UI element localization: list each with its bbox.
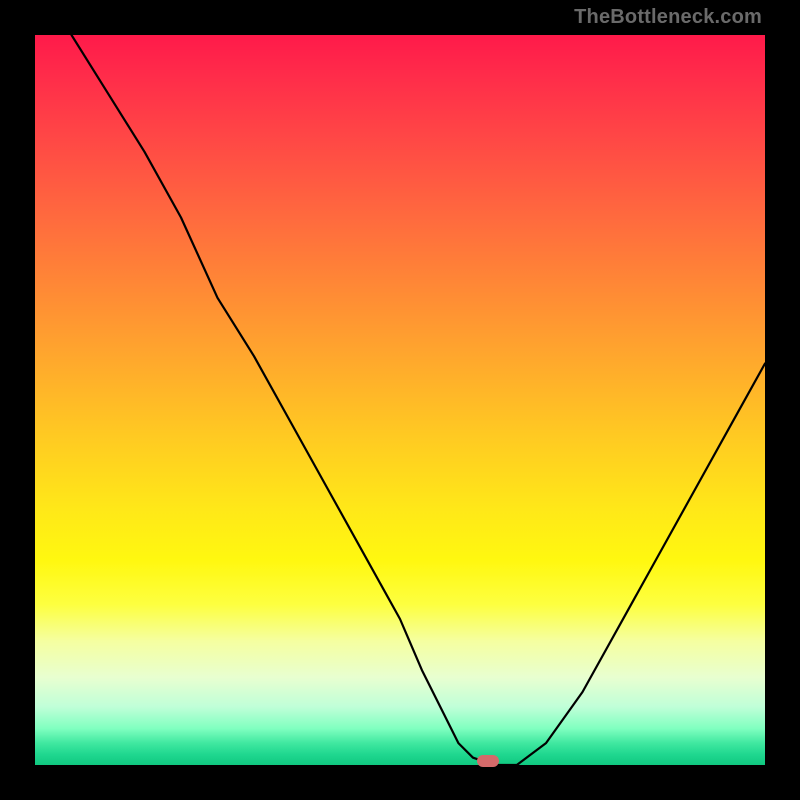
optimal-marker bbox=[477, 755, 499, 767]
bottleneck-curve bbox=[35, 35, 765, 765]
chart-container: TheBottleneck.com bbox=[0, 0, 800, 800]
plot-area bbox=[35, 35, 765, 765]
watermark-text: TheBottleneck.com bbox=[574, 6, 762, 29]
